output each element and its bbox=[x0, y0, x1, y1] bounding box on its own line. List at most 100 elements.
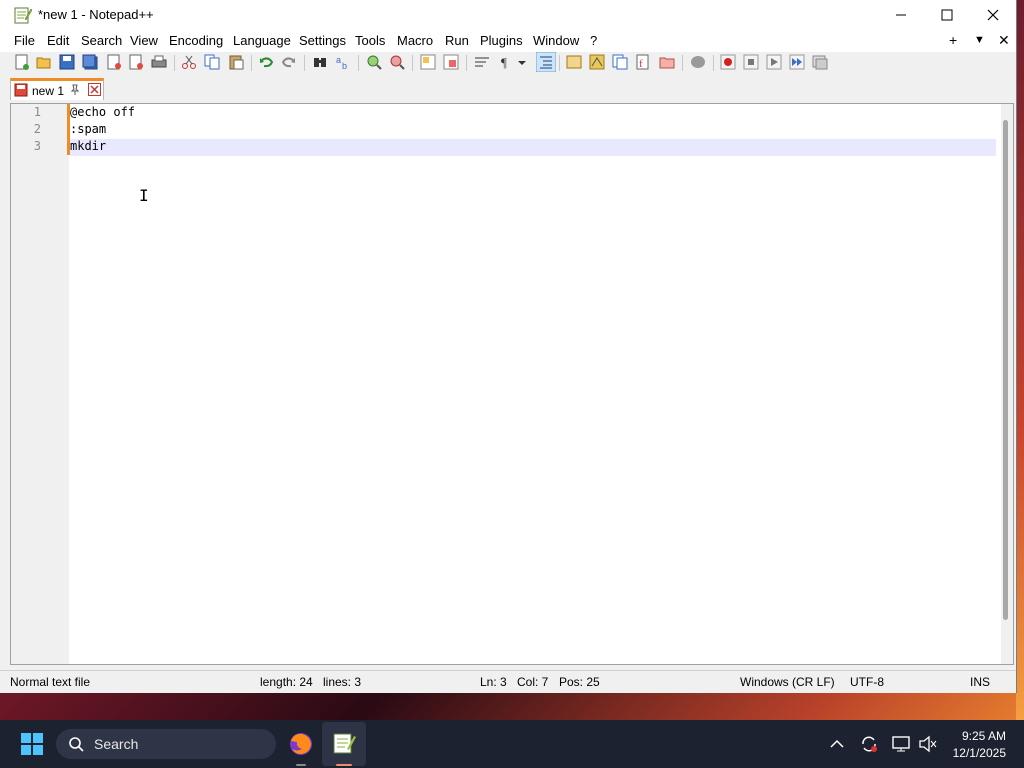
code-line: :spam bbox=[70, 122, 107, 136]
find-icon[interactable] bbox=[312, 54, 328, 70]
tab-bar: new 1 bbox=[0, 78, 1016, 102]
toolbar-separator bbox=[713, 55, 714, 71]
copy-icon[interactable] bbox=[204, 54, 220, 70]
minimize-button[interactable] bbox=[878, 0, 924, 30]
menu-language[interactable]: Language bbox=[233, 33, 291, 48]
new-file-icon[interactable] bbox=[14, 54, 30, 70]
volume-muted-icon[interactable] bbox=[918, 735, 938, 753]
pin-icon[interactable] bbox=[69, 84, 81, 96]
show-all-characters-icon[interactable]: ¶ bbox=[498, 54, 514, 70]
sync-icon[interactable] bbox=[859, 734, 879, 754]
vertical-scrollbar[interactable] bbox=[1001, 104, 1013, 664]
function-list-icon[interactable] bbox=[612, 54, 628, 70]
scrollbar-thumb[interactable] bbox=[1003, 120, 1008, 620]
print-icon[interactable] bbox=[151, 54, 167, 70]
monitoring-icon[interactable] bbox=[659, 54, 675, 70]
toolbar-separator bbox=[358, 55, 359, 71]
new-tab-plus-icon[interactable]: + bbox=[949, 32, 957, 48]
tab-new-1[interactable]: new 1 bbox=[10, 78, 104, 100]
zoom-in-icon[interactable] bbox=[366, 54, 382, 70]
doc-map-icon[interactable] bbox=[589, 54, 605, 70]
chevron-up-icon[interactable] bbox=[830, 738, 844, 750]
menu-tools[interactable]: Tools bbox=[355, 33, 385, 48]
close-all-icon[interactable] bbox=[128, 54, 144, 70]
clock-time[interactable]: 9:25 AM bbox=[962, 729, 1006, 743]
firefox-icon[interactable] bbox=[288, 731, 314, 757]
network-icon[interactable] bbox=[891, 735, 911, 753]
status-insert-mode[interactable]: INS bbox=[970, 675, 990, 689]
status-position: Pos: 25 bbox=[559, 675, 600, 689]
redo-icon[interactable] bbox=[281, 54, 297, 70]
close-document-icon[interactable]: ✕ bbox=[998, 32, 1010, 49]
svg-text:¶: ¶ bbox=[501, 55, 507, 70]
playback-macro-icon[interactable] bbox=[766, 54, 782, 70]
save-all-icon[interactable] bbox=[82, 54, 98, 70]
save-macro-icon[interactable] bbox=[812, 54, 828, 70]
show-symbol-dropdown-icon[interactable] bbox=[516, 54, 528, 70]
menu-encoding[interactable]: Encoding bbox=[169, 33, 223, 48]
taskbar-search[interactable]: Search bbox=[56, 729, 276, 759]
folder-as-workspace-icon[interactable]: f bbox=[635, 54, 651, 70]
notepadpp-taskbar-button[interactable] bbox=[322, 722, 366, 766]
windows-start-icon[interactable] bbox=[20, 732, 44, 756]
unsaved-file-icon bbox=[14, 83, 28, 97]
taskbar: Search 9:25 AM 12/1/2025 bbox=[0, 720, 1024, 768]
paste-icon[interactable] bbox=[228, 54, 244, 70]
toolbar-separator bbox=[466, 55, 467, 71]
sync-horizontal-icon[interactable] bbox=[443, 54, 459, 70]
status-encoding[interactable]: UTF-8 bbox=[850, 675, 884, 689]
close-icon[interactable] bbox=[106, 54, 122, 70]
record-macro-icon[interactable] bbox=[720, 54, 736, 70]
menu-view[interactable]: View bbox=[130, 33, 158, 48]
run-macro-multiple-icon[interactable] bbox=[789, 54, 805, 70]
editor-area[interactable]: 1 2 3 @echo off :spam mkdir I bbox=[10, 103, 1014, 665]
title-bar: *new 1 - Notepad++ bbox=[0, 0, 1016, 30]
status-bar: Normal text file length: 24 lines: 3 Ln:… bbox=[0, 670, 1016, 693]
toolbar-separator bbox=[174, 55, 175, 71]
status-eol[interactable]: Windows (CR LF) bbox=[740, 675, 835, 689]
toolbar: ab ¶ f bbox=[0, 52, 1016, 74]
undo-icon[interactable] bbox=[258, 54, 274, 70]
menu-edit[interactable]: Edit bbox=[47, 33, 69, 48]
notepadpp-taskbar-icon bbox=[333, 733, 356, 754]
menu-help[interactable]: ? bbox=[590, 33, 597, 48]
menu-file[interactable]: File bbox=[14, 33, 35, 48]
toolbar-separator bbox=[251, 55, 252, 71]
close-window-button[interactable] bbox=[970, 0, 1016, 30]
spell-check-icon[interactable] bbox=[690, 54, 706, 70]
menu-macro[interactable]: Macro bbox=[397, 33, 433, 48]
sync-vertical-icon[interactable] bbox=[420, 54, 436, 70]
tab-list-dropdown-icon[interactable]: ▼ bbox=[974, 34, 985, 46]
code-line: mkdir bbox=[70, 139, 107, 153]
replace-icon[interactable]: ab bbox=[335, 54, 351, 70]
maximize-button[interactable] bbox=[924, 0, 970, 30]
menu-search[interactable]: Search bbox=[81, 33, 122, 48]
line-number: 2 bbox=[33, 122, 41, 136]
menu-run[interactable]: Run bbox=[445, 33, 469, 48]
toolbar-separator bbox=[304, 55, 305, 71]
status-length: length: 24 bbox=[260, 675, 313, 689]
search-icon bbox=[69, 737, 84, 752]
tab-close-icon[interactable] bbox=[88, 83, 101, 96]
toolbar-separator bbox=[682, 55, 683, 71]
line-number: 1 bbox=[33, 105, 41, 119]
save-icon[interactable] bbox=[59, 54, 75, 70]
line-number: 3 bbox=[33, 139, 41, 153]
clock-date[interactable]: 12/1/2025 bbox=[953, 746, 1006, 760]
running-indicator bbox=[296, 764, 306, 766]
status-lines: lines: 3 bbox=[323, 675, 362, 689]
cut-icon[interactable] bbox=[181, 54, 197, 70]
user-language-icon[interactable] bbox=[566, 54, 582, 70]
search-placeholder: Search bbox=[94, 736, 139, 752]
menu-window[interactable]: Window bbox=[533, 33, 579, 48]
text-cursor-icon: I bbox=[139, 186, 149, 205]
indent-guide-icon[interactable] bbox=[536, 52, 556, 72]
word-wrap-icon[interactable] bbox=[474, 54, 490, 70]
open-file-icon[interactable] bbox=[36, 54, 52, 70]
menu-plugins[interactable]: Plugins bbox=[480, 33, 523, 48]
menu-settings[interactable]: Settings bbox=[299, 33, 346, 48]
active-indicator bbox=[336, 764, 352, 766]
status-file-type: Normal text file bbox=[10, 675, 91, 689]
stop-record-icon[interactable] bbox=[743, 54, 759, 70]
zoom-out-icon[interactable] bbox=[389, 54, 405, 70]
